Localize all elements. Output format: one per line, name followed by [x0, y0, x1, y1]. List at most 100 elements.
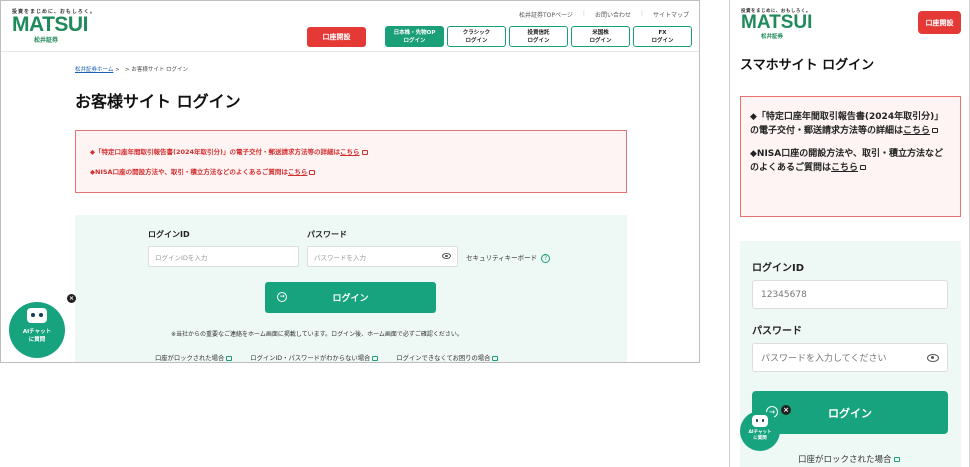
external-link-icon — [226, 355, 233, 361]
tab-fx-login[interactable]: FX ログイン — [633, 26, 692, 47]
tab-label: ログイン — [465, 37, 488, 44]
password-input[interactable]: パスワードを入力してください — [752, 343, 948, 372]
tab-label: ログイン — [403, 37, 426, 44]
matsui-logo[interactable]: 投資をまじめに、おもしろく。 MATSUI 松井証券 — [741, 8, 812, 40]
login-arrow-icon: → — [277, 292, 287, 302]
link-account-locked[interactable]: 口座がロックされた場合 — [155, 353, 233, 362]
breadcrumb-separator: > — [115, 67, 120, 73]
breadcrumb: 松井証券ホーム > > お客様サイト ログイン — [75, 65, 188, 73]
tab-label: FX — [658, 29, 667, 36]
link-account-locked[interactable]: 口座がロックされた場合 — [798, 453, 900, 465]
show-password-eye-icon[interactable] — [442, 253, 451, 259]
notice-box: ◆「特定口座年間取引報告書(2024年取引分)」の電子交付・郵送請求方法等の詳細… — [740, 96, 961, 217]
link-cannot-login[interactable]: ログインできなくてお困りの場合 — [396, 353, 499, 362]
external-link-icon — [309, 169, 316, 175]
ai-chat-label-line: AIチャット — [22, 329, 52, 335]
robot-icon — [752, 415, 768, 427]
ai-chat-label: AIチャット に質問 — [9, 328, 65, 344]
notice-item: ◆「特定口座年間取引報告書(2024年取引分)」の電子交付・郵送請求方法等の詳細… — [750, 110, 951, 138]
external-link-icon — [361, 149, 368, 155]
divider: | — [640, 10, 643, 17]
divider: | — [582, 10, 585, 17]
tab-label: ログイン — [589, 37, 612, 44]
close-icon[interactable]: × — [781, 405, 791, 415]
notice-link-nisa-faq[interactable]: こちら — [288, 168, 308, 176]
notice-link-tax-report[interactable]: こちら — [340, 148, 360, 156]
top-links: 松井証券TOPページ | お問い合わせ | サイトマップ — [519, 10, 689, 19]
notice-box: ◆「特定口座年間取引報告書(2024年取引分)」の電子交付・郵送請求方法等の詳細… — [75, 130, 627, 193]
notice-text: ◆「特定口座年間取引報告書(2024年取引分)」の電子交付・郵送請求方法等の詳細… — [90, 148, 341, 156]
tab-label: 投資信託 — [527, 29, 550, 36]
login-button-label: ログイン — [332, 294, 369, 304]
external-link-icon — [492, 355, 499, 361]
ai-chat-label-line: に質問 — [28, 337, 46, 343]
logo-wordmark: MATSUI — [12, 13, 88, 36]
security-keyboard-toggle[interactable]: セキュリティキーボード? — [466, 252, 551, 263]
tab-classic-login[interactable]: クラシック ログイン — [447, 26, 506, 47]
link-label: 口座がロックされた場合 — [798, 455, 892, 465]
top-link-contact[interactable]: お問い合わせ — [595, 10, 631, 19]
tab-label: 米国株 — [592, 29, 609, 36]
open-account-button[interactable]: 口座開設 — [918, 11, 961, 34]
close-icon[interactable]: × — [67, 294, 76, 303]
notice-link-tax-report[interactable]: こちら — [903, 126, 930, 136]
help-icon[interactable]: ? — [541, 253, 551, 263]
breadcrumb-current: お客様サイト ログイン — [131, 67, 189, 73]
logo-subtitle: 松井証券 — [761, 34, 784, 40]
matsui-logo[interactable]: 投資をまじめに、おもしろく。 MATSUI 松井証券 — [12, 8, 96, 44]
link-label: ログインID・パスワードがわからない場合 — [250, 355, 371, 362]
login-tabs: 日本株・先物OP ログイン クラシック ログイン 投資信託 ログイン 米国株 ロ… — [385, 26, 692, 47]
link-label: 口座がロックされた場合 — [155, 355, 225, 362]
breadcrumb-home-link[interactable]: 松井証券ホーム — [75, 67, 113, 73]
notice-link-nisa-faq[interactable]: こちら — [831, 163, 858, 173]
logo-subtitle: 松井証券 — [34, 37, 59, 44]
tab-funds-login[interactable]: 投資信託 ログイン — [509, 26, 568, 47]
login-id-label: ログインID — [148, 230, 190, 239]
link-forgot-id-password[interactable]: ログインID・パスワードがわからない場合 — [250, 353, 379, 362]
password-placeholder: パスワードを入力 — [314, 253, 366, 262]
breadcrumb-separator: > — [124, 67, 130, 73]
top-link-home[interactable]: 松井証券TOPページ — [519, 10, 573, 19]
password-label: パスワード — [752, 326, 802, 337]
ai-chat-label-line: に質問 — [753, 436, 767, 441]
login-form: ログインID ログインIDを入力 パスワード パスワードを入力 セキュリティキー… — [75, 215, 627, 362]
external-link-icon — [893, 457, 900, 462]
top-link-sitemap[interactable]: サイトマップ — [653, 10, 689, 19]
notice-text: ◆NISA口座の開設方法や、取引・積立方法などのよくあるご質問は — [90, 168, 288, 176]
ai-chat-label: AIチャット に質問 — [740, 430, 780, 442]
tab-label: ログイン — [527, 37, 550, 44]
logo-wordmark: MATSUI — [741, 12, 813, 33]
ai-chat-bubble[interactable]: AIチャット に質問 — [9, 302, 65, 358]
external-link-icon — [860, 165, 867, 170]
login-button[interactable]: → ログイン — [265, 282, 436, 313]
external-link-icon — [932, 128, 939, 133]
link-label: ログインできなくてお困りの場合 — [396, 355, 491, 362]
page-title: スマホサイト ログイン — [740, 58, 875, 73]
ai-chat-bubble[interactable]: AIチャット に質問 — [740, 411, 780, 451]
login-id-input[interactable]: ログインIDを入力 — [148, 246, 299, 267]
tab-stocks-futures-login[interactable]: 日本株・先物OP ログイン — [385, 26, 444, 47]
login-id-input[interactable]: 12345678 — [752, 280, 948, 309]
desktop-screen: 投資をまじめに、おもしろく。 MATSUI 松井証券 松井証券TOPページ | … — [0, 0, 700, 363]
tab-label: ログイン — [651, 37, 674, 44]
open-account-button[interactable]: 口座開設 — [307, 27, 366, 47]
login-id-label: ログインID — [752, 263, 805, 274]
show-password-eye-icon[interactable] — [927, 354, 939, 362]
password-label: パスワード — [307, 230, 347, 239]
external-link-icon — [372, 355, 379, 361]
notice-item: ◆NISA口座の開設方法や、取引・積立方法などのよくあるご質問はこちら — [750, 147, 951, 175]
login-id-value: 12345678 — [761, 289, 807, 300]
password-input[interactable]: パスワードを入力 — [307, 246, 458, 267]
robot-icon — [27, 308, 47, 323]
tab-us-stocks-login[interactable]: 米国株 ログイン — [571, 26, 630, 47]
ai-chat-widget[interactable]: AIチャット に質問 × — [9, 294, 76, 358]
notice-item: ◆NISA口座の開設方法や、取引・積立方法などのよくあるご質問はこちら — [90, 166, 612, 176]
tab-label: 日本株・先物OP — [393, 29, 436, 36]
site-header: 投資をまじめに、おもしろく。 MATSUI 松井証券 松井証券TOPページ | … — [1, 1, 699, 52]
notice-item: ◆「特定口座年間取引報告書(2024年取引分)」の電子交付・郵送請求方法等の詳細… — [90, 146, 612, 156]
login-button-label: ログイン — [828, 406, 872, 420]
page-title: お客様サイト ログイン — [75, 92, 241, 111]
ai-chat-widget[interactable]: AIチャット に質問 × — [740, 405, 791, 455]
help-links: 口座がロックされた場合 ログインID・パスワードがわからない場合 ログインできな… — [155, 353, 499, 362]
login-notice-text: ※当社からの重要なご連絡をホーム画面に掲載しています。ログイン後、ホーム画面で必… — [171, 331, 463, 338]
